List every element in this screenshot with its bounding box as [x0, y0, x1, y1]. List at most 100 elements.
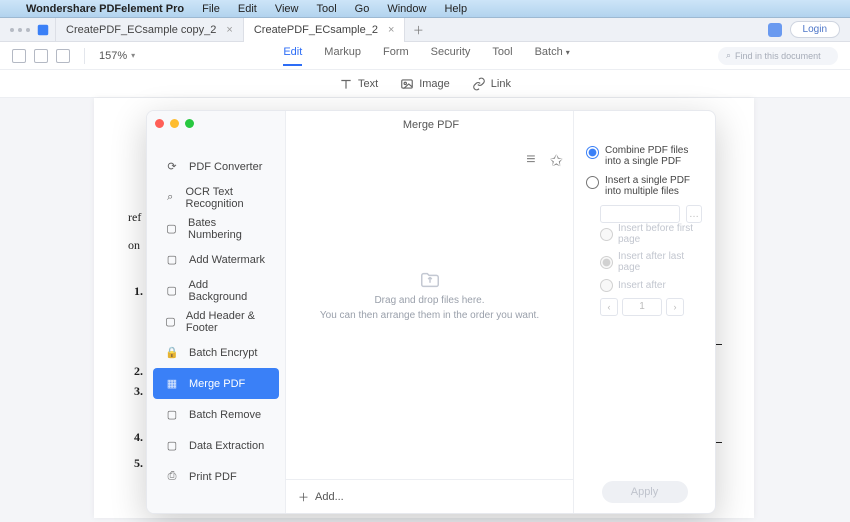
menu-go[interactable]: Go — [355, 3, 370, 15]
merge-icon: ▦ — [165, 377, 179, 391]
login-button[interactable]: Login — [790, 21, 840, 38]
menu-file[interactable]: File — [202, 3, 220, 15]
sidebar-item-label: Print PDF — [189, 471, 237, 483]
tool-image-label: Image — [419, 78, 450, 90]
page-number-field[interactable]: 1 — [622, 298, 662, 316]
sidebar-item-label: Add Watermark — [189, 254, 265, 266]
sidebar-item-watermark[interactable]: ▢Add Watermark — [153, 244, 279, 275]
search-placeholder: Find in this document — [735, 51, 821, 61]
edit-subtoolbar: Text Image Link — [0, 70, 850, 98]
option-combine-label: Combine PDF files into a single PDF — [605, 145, 703, 167]
new-tab-button[interactable]: ＋ — [405, 22, 431, 38]
add-label: Add... — [315, 491, 344, 503]
tab-label: CreatePDF_ECsample_2 — [254, 24, 378, 36]
grid-view-icon[interactable] — [56, 49, 70, 63]
sidebar-item-bates[interactable]: ▢Bates Numbering — [153, 213, 279, 244]
sidebar-item-print[interactable]: ⎙ Print PDF — [153, 461, 279, 492]
sub-insert-after-n[interactable]: Insert after — [600, 279, 703, 292]
radio-after-n[interactable] — [600, 279, 613, 292]
sidebar-item-label: Data Extraction — [189, 440, 264, 452]
folder-upload-icon — [419, 269, 441, 291]
sub-insert-after-last[interactable]: Insert after last page — [600, 251, 703, 273]
menu-help[interactable]: Help — [444, 3, 467, 15]
tab-document-1[interactable]: CreatePDF_ECsample copy_2 × — [56, 18, 244, 42]
sidebar-item-remove[interactable]: ▢ Batch Remove — [153, 399, 279, 430]
option-combine[interactable]: Combine PDF files into a single PDF — [586, 145, 703, 167]
tool-image[interactable]: Image — [400, 77, 450, 91]
apply-button[interactable]: Apply — [602, 481, 688, 503]
account-icon[interactable] — [768, 23, 782, 37]
search-icon: ⌕ — [726, 50, 731, 61]
sub-insert-before[interactable]: Insert before first page — [600, 223, 703, 245]
source-file-field[interactable] — [600, 205, 680, 223]
convert-icon: ⟳ — [165, 160, 179, 174]
sidebar-item-background[interactable]: ▢Add Background — [153, 275, 279, 306]
menu-edit[interactable]: Edit — [238, 3, 257, 15]
sidebar-item-headerfooter[interactable]: ▢Add Header & Footer — [153, 306, 279, 337]
sidebar-item-ocr[interactable]: ⌕OCR Text Recognition — [153, 182, 279, 213]
mode-tool[interactable]: Tool — [492, 46, 512, 66]
lock-icon: 🔒 — [165, 346, 179, 360]
tool-text[interactable]: Text — [339, 77, 378, 91]
sidebar-item-label: Batch Encrypt — [189, 347, 257, 359]
window-controls-placeholder — [0, 28, 30, 32]
panel-toggle-icon[interactable] — [12, 49, 26, 63]
sidebar-item-encrypt[interactable]: 🔒 Batch Encrypt — [153, 337, 279, 368]
menu-tool[interactable]: Tool — [316, 3, 336, 15]
home-icon[interactable] — [30, 18, 56, 42]
sidebar-item-label: Merge PDF — [189, 378, 245, 390]
menu-window[interactable]: Window — [387, 3, 426, 15]
page-text: on — [128, 238, 140, 253]
sidebar-item-label: OCR Text Recognition — [186, 186, 268, 210]
trash-icon[interactable]: ✩ — [550, 151, 563, 171]
tool-link[interactable]: Link — [472, 77, 511, 91]
batch-sidebar: ⟳PDF Converter ⌕OCR Text Recognition ▢Ba… — [147, 111, 286, 513]
thumbnail-view-icon[interactable] — [34, 49, 48, 63]
modal-options: Combine PDF files into a single PDF Inse… — [573, 111, 715, 513]
page-next-button[interactable]: › — [666, 298, 684, 316]
mode-security[interactable]: Security — [431, 46, 471, 66]
page-text: 4. — [134, 430, 143, 445]
extract-icon: ▢ — [165, 439, 179, 453]
option-insert[interactable]: Insert a single PDF into multiple files — [586, 175, 703, 197]
sub-after-label: Insert after last page — [618, 251, 703, 273]
sub-afterN-label: Insert after — [618, 280, 666, 291]
drop-line2: You can then arrange them in the order y… — [320, 310, 539, 321]
mode-edit[interactable]: Edit — [283, 46, 302, 66]
file-list-actions: ≡ ✩ — [526, 151, 563, 171]
sidebar-item-label: Add Background — [189, 279, 267, 303]
merge-pdf-modal: Merge PDF ⟳ PDF Converter ⌕OCR Text Recog… — [146, 110, 716, 514]
app-name: Wondershare PDFelement Pro — [26, 3, 184, 15]
radio-insert[interactable] — [586, 176, 599, 189]
radio-before[interactable] — [600, 228, 613, 241]
mode-form[interactable]: Form — [383, 46, 409, 66]
mode-batch[interactable]: Batch ▾ — [535, 46, 570, 66]
sidebar-item-label: Batch Remove — [189, 409, 261, 421]
tab-document-2[interactable]: CreatePDF_ECsample_2 × — [244, 18, 406, 42]
menu-view[interactable]: View — [275, 3, 299, 15]
sidebar-item-extract[interactable]: ▢ Data Extraction — [153, 430, 279, 461]
close-icon[interactable]: × — [388, 24, 394, 36]
drop-line1: Drag and drop files here. — [374, 295, 484, 306]
sidebar-item-merge[interactable]: ▦ Merge PDF — [153, 368, 279, 399]
tool-link-label: Link — [491, 78, 511, 90]
zoom-control[interactable]: 157% ▾ — [99, 50, 135, 62]
macos-menubar: Wondershare PDFelement Pro File Edit Vie… — [0, 0, 850, 18]
browse-button[interactable]: … — [686, 205, 702, 223]
list-icon[interactable]: ≡ — [526, 151, 535, 171]
tool-text-label: Text — [358, 78, 378, 90]
radio-combine[interactable] — [586, 146, 599, 159]
page-prev-button[interactable]: ‹ — [600, 298, 618, 316]
mode-markup[interactable]: Markup — [324, 46, 361, 66]
mode-tabs: Edit Markup Form Security Tool Batch ▾ — [283, 46, 569, 66]
radio-after-last[interactable] — [600, 256, 613, 269]
add-files-button[interactable]: ＋ Add... — [298, 489, 344, 505]
search-input[interactable]: ⌕ Find in this document — [718, 47, 838, 65]
chevron-down-icon: ▾ — [131, 51, 135, 60]
remove-icon: ▢ — [165, 408, 179, 422]
sidebar-item-pdf-converter[interactable]: ⟳ PDF Converter — [153, 151, 279, 182]
print-icon: ⎙ — [165, 470, 179, 484]
sidebar-item-label: PDF Converter — [189, 161, 262, 173]
page-text: 1. — [134, 284, 143, 299]
close-icon[interactable]: × — [226, 24, 232, 36]
